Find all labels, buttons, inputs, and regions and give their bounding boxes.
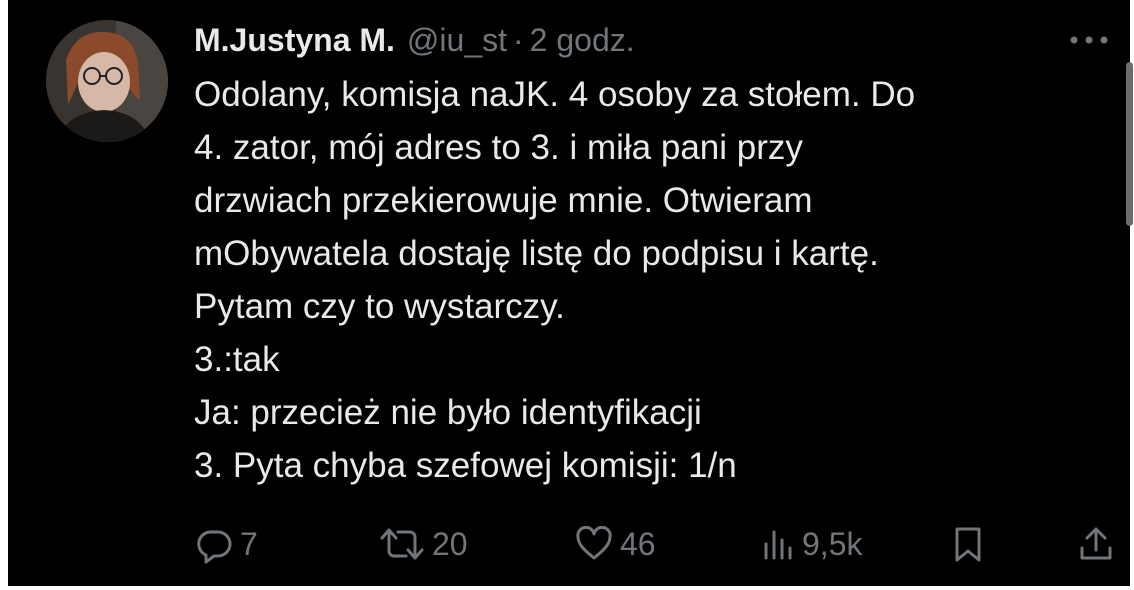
bookmark-button[interactable] bbox=[950, 522, 986, 566]
tweet-text-line: 3.:tak bbox=[194, 340, 280, 379]
tweet-text-line: mObywatela dostaję listę do podpisu i ka… bbox=[194, 234, 879, 273]
reply-icon bbox=[197, 530, 232, 564]
separator-dot: · bbox=[513, 22, 524, 58]
tweet-actions: 7 20 46 9,5k bbox=[194, 522, 1114, 566]
tweet-text-line: drzwiach przekierowuje mnie. Otwieram bbox=[194, 181, 813, 220]
share-icon bbox=[1080, 527, 1112, 560]
retweet-count: 20 bbox=[432, 525, 468, 562]
tweet-text-line: 4. zator, mój adres to 3. i miła pani pr… bbox=[194, 128, 803, 167]
author-handle[interactable]: @iu_st bbox=[407, 22, 507, 58]
tweet-text-line: Odolany, komisja naJK. 4 osoby za stołem… bbox=[194, 75, 916, 114]
more-horizontal-icon bbox=[1070, 36, 1108, 44]
more-options-button[interactable] bbox=[1064, 30, 1114, 50]
share-button[interactable] bbox=[1078, 522, 1114, 566]
scrollbar-thumb[interactable] bbox=[1126, 62, 1133, 226]
heart-icon bbox=[576, 525, 612, 560]
tweet-text-line: Pytam czy to wystarczy. bbox=[194, 287, 565, 326]
views-count: 9,5k bbox=[802, 525, 863, 562]
tweet-text-line: Ja: przecież nie było identyfikacji bbox=[194, 393, 702, 432]
views-icon bbox=[764, 530, 792, 560]
tweet-timestamp[interactable]: 2 godz. bbox=[530, 22, 635, 58]
tweet-header: M.Justyna M. @iu_st · 2 godz. bbox=[194, 20, 635, 60]
retweet-icon bbox=[380, 528, 424, 560]
tweet-text: Odolany, komisja naJK. 4 osoby za stołem… bbox=[194, 68, 1114, 492]
like-button[interactable]: 46 bbox=[574, 522, 656, 566]
reply-count: 7 bbox=[240, 525, 258, 562]
avatar[interactable] bbox=[46, 20, 168, 142]
reply-button[interactable]: 7 bbox=[194, 522, 258, 566]
retweet-button[interactable]: 20 bbox=[378, 522, 468, 566]
like-count: 46 bbox=[620, 525, 656, 562]
views-button[interactable]: 9,5k bbox=[760, 522, 862, 566]
author-display-name[interactable]: M.Justyna M. bbox=[194, 22, 395, 58]
tweet-card: M.Justyna M. @iu_st · 2 godz. Odolany, komi… bbox=[8, 0, 1133, 586]
tweet-text-line: 3. Pyta chyba szefowej komisji: 1/n bbox=[194, 446, 737, 485]
bookmark-icon bbox=[955, 527, 981, 562]
